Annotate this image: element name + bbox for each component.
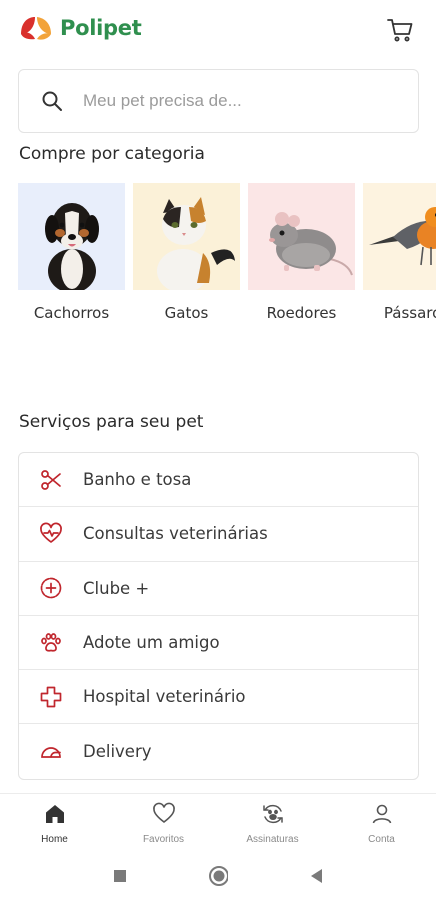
paw-icon (38, 630, 64, 656)
service-label: Adote um amigo (83, 633, 220, 653)
category-image-dog (18, 183, 125, 290)
club-plus-icon (38, 575, 64, 601)
nav-item-subscriptions[interactable]: Assinaturas (218, 794, 327, 851)
cart-icon[interactable] (386, 16, 414, 44)
system-navigation-bar (0, 851, 436, 900)
categories-title: Compre por categoria (19, 144, 205, 164)
category-image-bird (363, 183, 436, 290)
nav-label: Favoritos (142, 834, 185, 845)
delivery-icon (38, 739, 64, 765)
heart-pulse-icon (38, 521, 64, 547)
service-item-grooming[interactable]: Banho e tosa (19, 453, 418, 508)
category-label: Cachorros (33, 304, 110, 322)
service-label: Consultas veterinárias (83, 524, 268, 544)
nav-label: Assinaturas (246, 834, 299, 845)
category-image-rodent (248, 183, 355, 290)
category-image-cat (133, 183, 240, 290)
service-label: Banho e tosa (83, 470, 192, 490)
recent-apps-button[interactable] (110, 866, 130, 886)
home-system-button[interactable] (208, 865, 228, 886)
user-icon (372, 804, 391, 824)
service-item-club[interactable]: Clube + (19, 562, 418, 616)
service-item-adopt[interactable]: Adote um amigo (19, 616, 418, 671)
nav-item-favorites[interactable]: Favoritos (109, 794, 218, 851)
services-list: Banho e tosa Consultas veterinárias Club… (18, 452, 419, 780)
square-icon (114, 869, 126, 882)
brand-logo[interactable]: Polipet (18, 14, 142, 42)
nav-label: Conta (368, 834, 395, 845)
service-item-delivery[interactable]: Delivery (19, 724, 418, 778)
category-carousel[interactable]: Cachorros Gatos Roedores Pássar (18, 183, 436, 322)
service-item-vet-consult[interactable]: Consultas veterinárias (19, 507, 418, 562)
nav-label: Home (41, 834, 68, 845)
category-label: Pássaros (383, 304, 436, 322)
home-icon (45, 805, 64, 823)
back-button[interactable] (306, 866, 326, 886)
services-title: Serviços para seu pet (19, 412, 204, 432)
search-input[interactable] (83, 91, 383, 111)
service-label: Hospital veterinário (83, 687, 246, 707)
service-item-hospital[interactable]: Hospital veterinário (19, 670, 418, 725)
circle-icon (209, 865, 228, 886)
search-bar[interactable] (18, 69, 419, 133)
brand-name: Polipet (60, 16, 142, 40)
service-label: Delivery (83, 742, 152, 762)
service-label: Clube + (83, 578, 150, 598)
category-cats[interactable]: Gatos (133, 183, 240, 322)
nav-item-home[interactable]: Home (0, 794, 109, 851)
subscription-icon (262, 804, 283, 824)
nav-item-account[interactable]: Conta (327, 794, 436, 851)
back-triangle-icon (311, 868, 322, 883)
heart-icon (152, 802, 175, 824)
app-header: Polipet (0, 0, 436, 60)
scissors-icon (38, 467, 64, 493)
logo-mark-icon (21, 17, 51, 40)
category-rodents[interactable]: Roedores (248, 183, 355, 322)
category-label: Gatos (164, 304, 209, 322)
category-dogs[interactable]: Cachorros (18, 183, 125, 322)
search-icon (42, 91, 62, 111)
bottom-navigation: Home Favoritos Assinaturas Conta (0, 793, 436, 851)
category-birds[interactable]: Pássaros (363, 183, 436, 322)
hospital-cross-icon (38, 684, 64, 710)
category-label: Roedores (266, 304, 337, 322)
